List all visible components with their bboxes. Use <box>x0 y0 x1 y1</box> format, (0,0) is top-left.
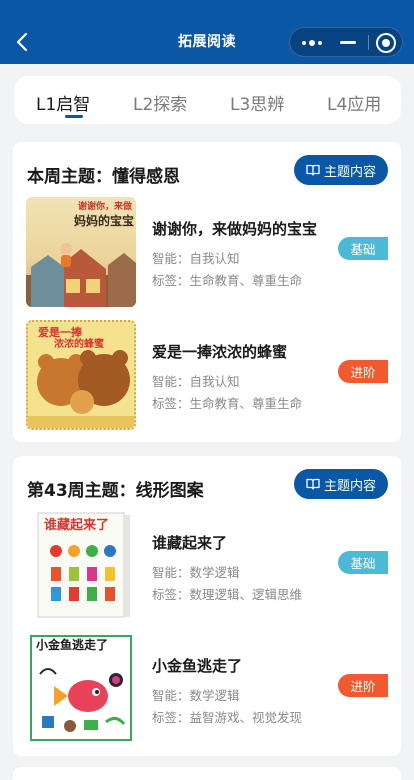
book-item[interactable]: 小金鱼逃走了 小金鱼逃走了 智能：数学逻辑 标签：益智游戏、视觉发现 进阶 <box>13 634 401 744</box>
book-cover-image: 小金鱼逃走了 <box>26 634 136 744</box>
tab-l4[interactable]: L4应用 <box>327 90 381 115</box>
level-badge-basic: 基础 <box>338 237 388 260</box>
book-cover-image: 谁藏起来了 <box>26 511 136 621</box>
next-section-card-edge <box>13 767 401 780</box>
book-title: 谁藏起来了 <box>152 534 228 552</box>
theme-content-button[interactable]: 主题内容 <box>294 469 388 499</box>
book-open-icon <box>306 164 320 176</box>
tab-l2[interactable]: L2探索 <box>133 90 187 115</box>
nav-bar: 拓展阅读 <box>0 0 414 64</box>
level-badge-basic: 基础 <box>338 551 388 574</box>
cover-title-line: 小金鱼逃走了 <box>36 638 109 652</box>
book-tags: 标签：益智游戏、视觉发现 <box>152 710 303 725</box>
book-item[interactable]: 谁藏起来了 谁藏起来了 智能：数学逻辑 标签：数理逻辑、逻辑思维 基础 <box>13 511 401 621</box>
book-tags: 标签：数理逻辑、逻辑思维 <box>152 587 303 602</box>
section-title: 第43周主题：线形图案 <box>27 481 204 501</box>
capsule-divider <box>368 35 369 50</box>
book-ability: 智能：数学逻辑 <box>152 688 240 703</box>
book-item[interactable]: 谢谢你，来做 妈妈的宝宝 谢谢你，来做妈妈的宝宝 智能：自我认知 标签：生命教育… <box>13 197 401 307</box>
cover-title-line: 谁藏起来了 <box>44 518 110 533</box>
book-tags: 标签：生命教育、尊重生命 <box>152 396 303 411</box>
section-title: 本周主题：懂得感恩 <box>27 167 180 187</box>
book-title: 谢谢你，来做妈妈的宝宝 <box>152 220 318 238</box>
cover-title-line: 浓浓的蜂蜜 <box>54 339 104 350</box>
cover-title-line: 爱是一捧 <box>38 326 82 339</box>
book-title: 小金鱼逃走了 <box>152 657 243 675</box>
cover-title-line: 妈妈的宝宝 <box>74 214 135 228</box>
book-cover-image: 谢谢你，来做 妈妈的宝宝 <box>26 197 136 307</box>
book-open-icon <box>306 478 320 490</box>
theme-section-card: 本周主题：懂得感恩 主题内容 谢谢你，来做 妈妈的宝宝 谢谢你，来做妈妈的宝宝 … <box>13 142 401 442</box>
book-ability: 智能：自我认知 <box>152 251 240 266</box>
tab-l1[interactable]: L1启智 <box>36 90 90 115</box>
book-tags: 标签：生命教育、尊重生命 <box>152 273 303 288</box>
tab-l3[interactable]: L3思辨 <box>230 90 284 115</box>
theme-content-label: 主题内容 <box>323 164 376 180</box>
book-ability: 智能：自我认知 <box>152 374 240 389</box>
level-badge-advanced: 进阶 <box>338 674 388 697</box>
book-title: 爱是一捧浓浓的蜂蜜 <box>152 343 288 361</box>
active-tab-indicator <box>65 115 83 118</box>
book-ability: 智能：数学逻辑 <box>152 565 240 580</box>
theme-content-label: 主题内容 <box>323 478 376 494</box>
mini-program-capsule <box>289 27 403 57</box>
level-tabs: L1启智 L2探索 L3思辨 L4应用 <box>14 76 401 124</box>
more-dots-icon[interactable] <box>300 37 324 49</box>
theme-section-card: 第43周主题：线形图案 主题内容 谁藏起来了 谁藏起来了 智能：数学逻辑 标签：… <box>13 456 401 756</box>
cover-title-line: 谢谢你，来做 <box>78 202 133 212</box>
minimize-icon[interactable] <box>340 41 356 44</box>
book-item[interactable]: 爱是一捧 浓浓的蜂蜜 爱是一捧浓浓的蜂蜜 智能：自我认知 标签：生命教育、尊重生… <box>13 320 401 430</box>
theme-content-button[interactable]: 主题内容 <box>294 155 388 185</box>
level-badge-advanced: 进阶 <box>338 360 388 383</box>
close-target-icon[interactable] <box>376 33 396 53</box>
book-cover-image: 爱是一捧 浓浓的蜂蜜 <box>26 320 136 430</box>
